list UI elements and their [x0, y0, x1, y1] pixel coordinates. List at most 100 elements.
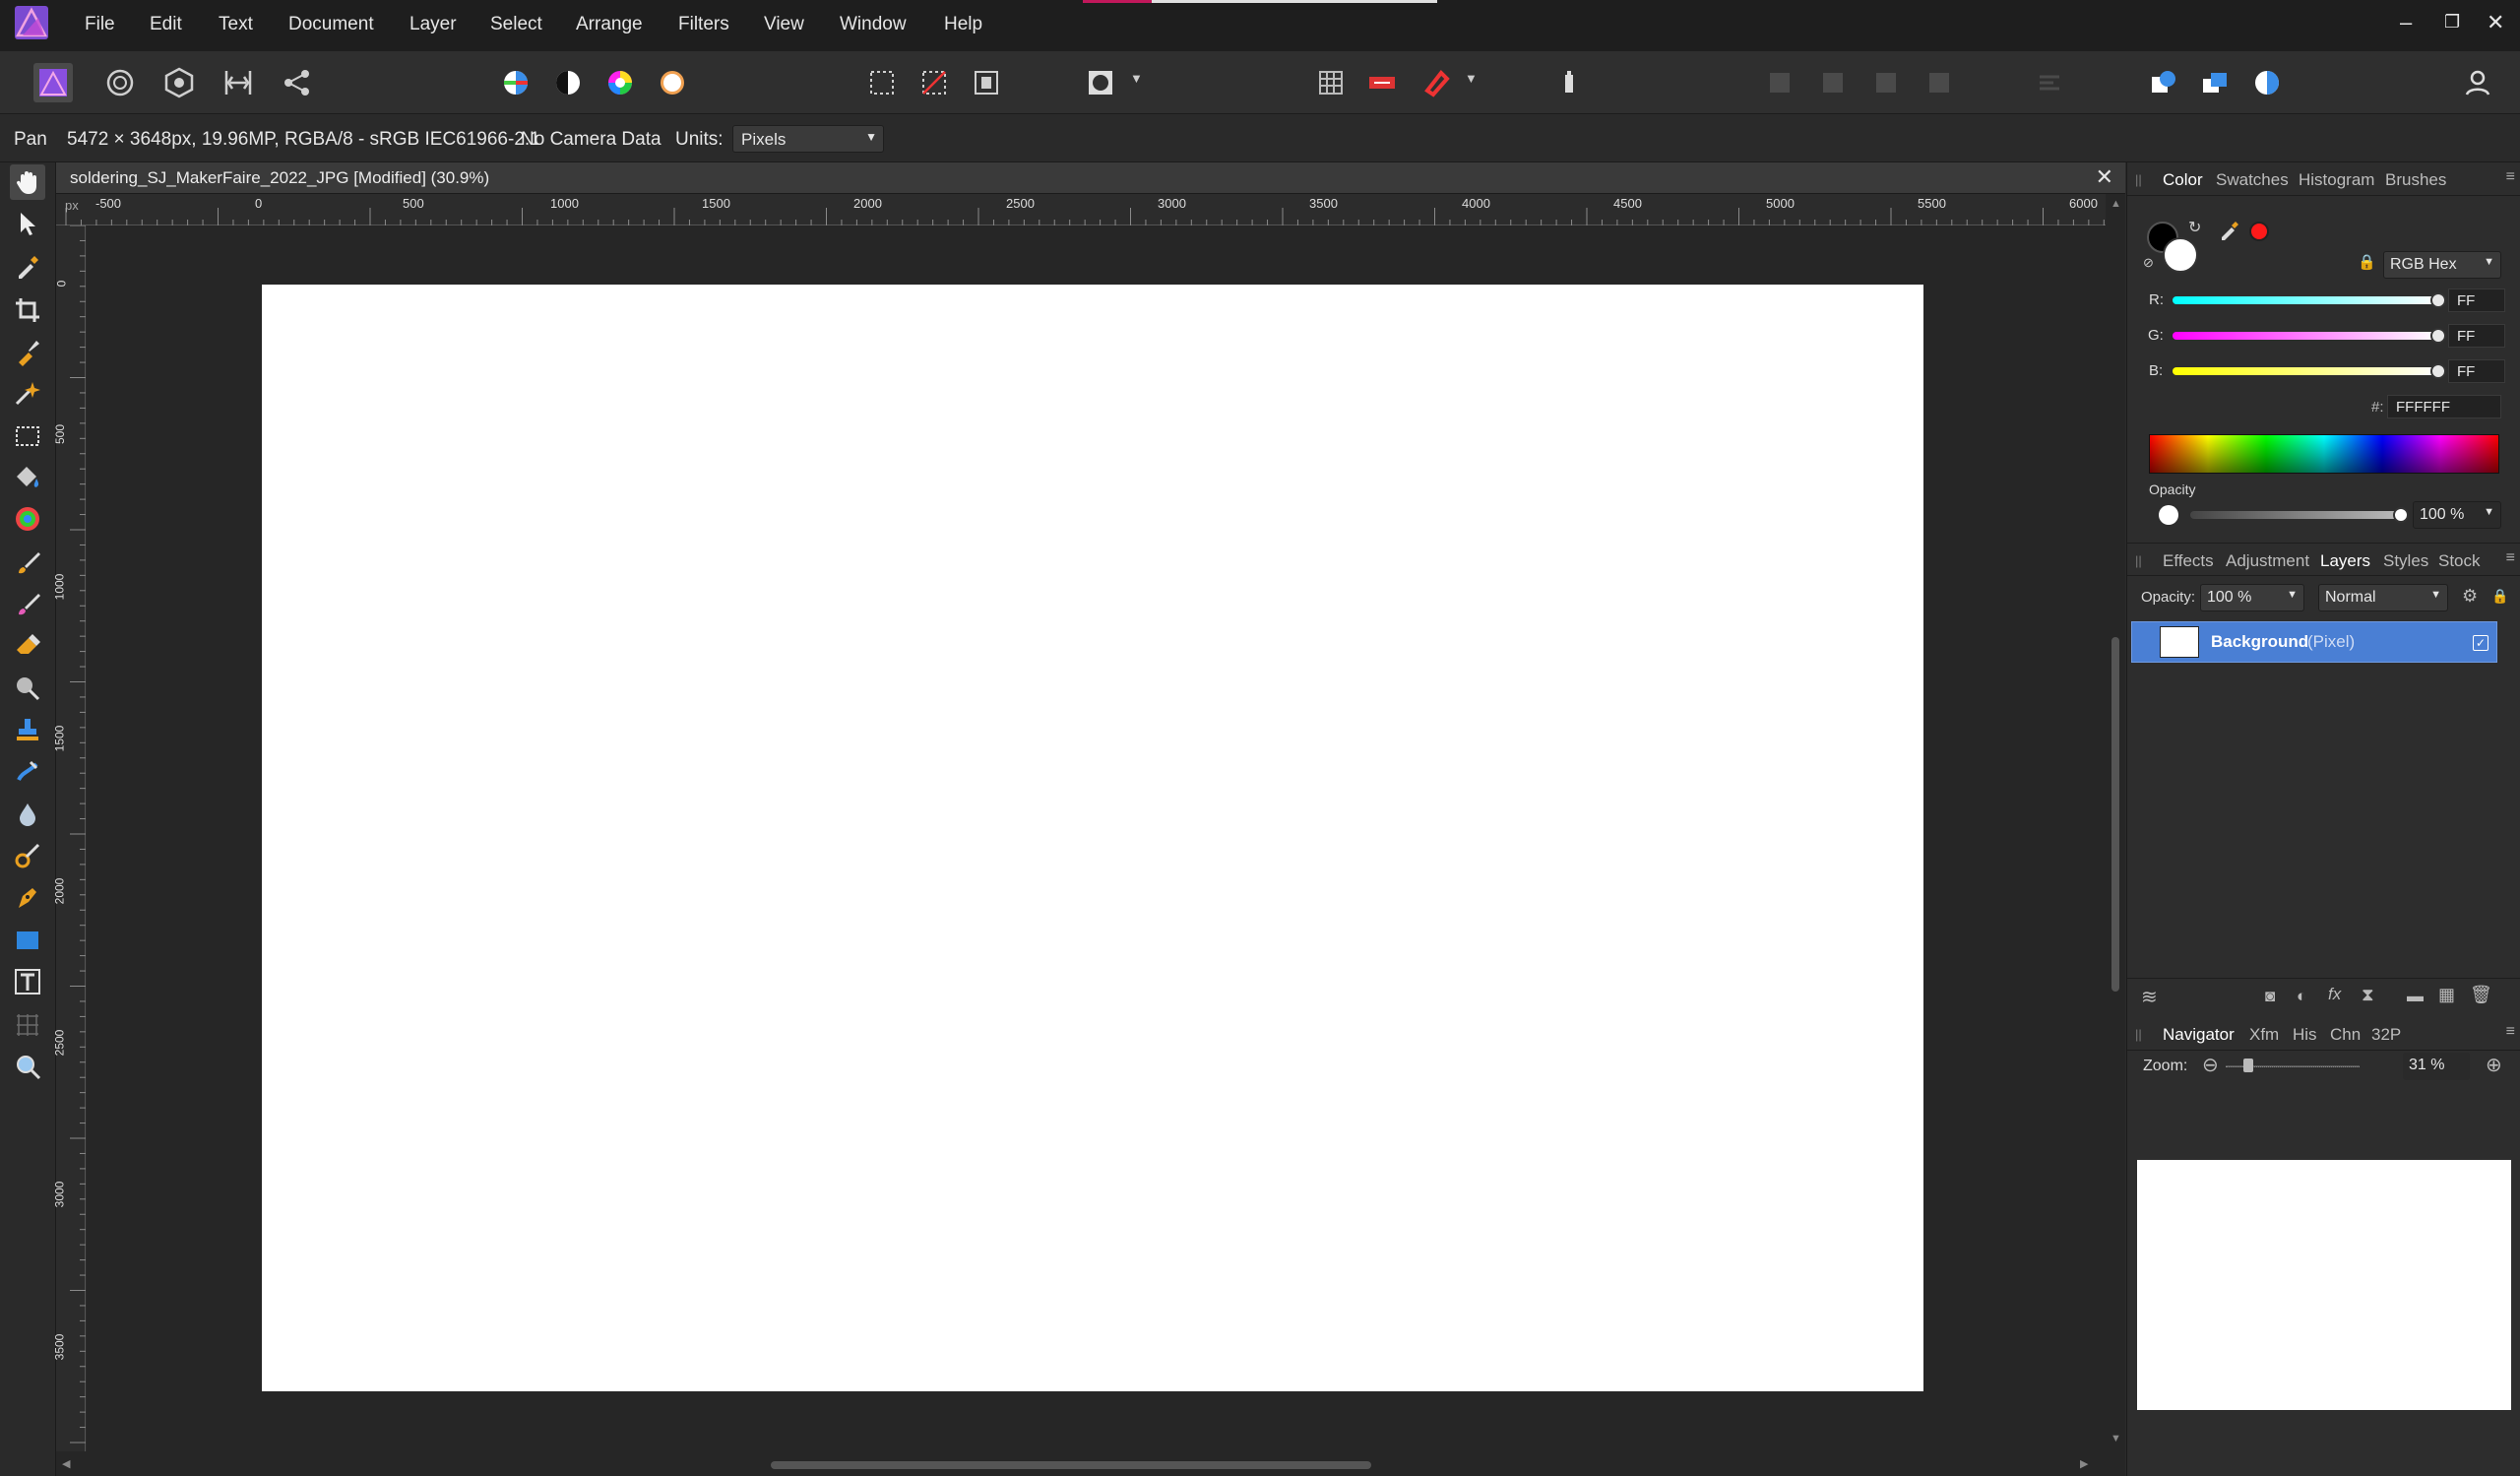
scroll-up-icon[interactable]: ▲ — [2110, 198, 2121, 210]
menu-file[interactable]: File — [85, 14, 115, 35]
mask-layer-icon[interactable] — [2247, 63, 2287, 102]
mesh-warp-tool-icon[interactable] — [10, 1007, 45, 1043]
tab-stock[interactable]: Stock — [2438, 551, 2481, 571]
panel-grip-icon[interactable]: || — [2135, 553, 2142, 568]
tab-transform[interactable]: Xfm — [2249, 1025, 2279, 1045]
tab-32p[interactable]: 32P — [2371, 1025, 2401, 1045]
tab-effects[interactable]: Effects — [2163, 551, 2214, 571]
trash-icon[interactable]: 🗑 — [2470, 985, 2492, 1005]
inpainting-brush-tool-icon[interactable] — [10, 838, 45, 873]
auto-white-balance-icon[interactable] — [653, 63, 692, 102]
photo-persona-icon[interactable] — [33, 63, 73, 102]
deselect-icon[interactable] — [914, 63, 954, 102]
panel-menu-icon[interactable]: ≡ — [2506, 1023, 2515, 1041]
paint-brush-tool-icon[interactable] — [10, 545, 45, 580]
restore-button[interactable]: ❐ — [2444, 12, 2460, 32]
arrange-front-icon[interactable] — [1920, 63, 1959, 102]
tab-history[interactable]: His — [2293, 1025, 2317, 1045]
blend-mode-dropdown[interactable]: Normal ▼ — [2318, 584, 2448, 611]
tab-adjustment[interactable]: Adjustment — [2226, 551, 2309, 571]
menu-view[interactable]: View — [764, 14, 804, 35]
layer-opacity-dropdown[interactable]: 100 % ▼ — [2200, 584, 2304, 611]
adjustment-icon[interactable]: ◐ — [2297, 987, 2306, 1006]
snapping-grid-icon[interactable] — [1311, 63, 1351, 102]
no-color-icon[interactable]: ⊘ — [2143, 255, 2154, 271]
zoom-tool-icon[interactable] — [10, 1049, 45, 1084]
lock-children-icon[interactable] — [1549, 63, 1589, 102]
layer-visibility-checkbox[interactable]: ✓ — [2473, 635, 2488, 651]
auto-contrast-icon[interactable] — [548, 63, 588, 102]
red-value-field[interactable]: FF — [2448, 289, 2505, 312]
blur-brush-tool-icon[interactable] — [10, 797, 45, 832]
horizontal-scroll-thumb[interactable] — [771, 1461, 1371, 1469]
scroll-down-icon[interactable]: ▼ — [2110, 1433, 2121, 1444]
panel-grip-icon[interactable]: || — [2135, 1027, 2142, 1042]
clone-brush-tool-icon[interactable] — [10, 712, 45, 747]
opacity-dropdown[interactable]: 100 % ▼ — [2413, 501, 2501, 529]
smudge-brush-tool-icon[interactable] — [10, 753, 45, 789]
tab-channels[interactable]: Chn — [2330, 1025, 2361, 1045]
color-spectrum[interactable] — [2149, 434, 2499, 474]
close-window-button[interactable]: ✕ — [2487, 10, 2504, 35]
tab-styles[interactable]: Styles — [2383, 551, 2428, 571]
picked-color-swatch[interactable] — [2249, 222, 2269, 241]
tab-swatches[interactable]: Swatches — [2216, 170, 2289, 190]
document-tab[interactable]: soldering_SJ_MakerFaire_2022_JPG [Modifi… — [56, 162, 2125, 194]
red-slider[interactable] — [2173, 296, 2438, 304]
zoom-slider-knob[interactable] — [2243, 1059, 2253, 1072]
tab-navigator[interactable]: Navigator — [2163, 1025, 2235, 1045]
mask-icon[interactable]: ◙ — [2265, 987, 2275, 1006]
menu-text[interactable]: Text — [219, 14, 253, 35]
menu-window[interactable]: Window — [840, 14, 907, 35]
gear-icon[interactable]: ⚙ — [2462, 586, 2478, 607]
canvas-area[interactable] — [87, 225, 2106, 1451]
liquify-persona-icon[interactable] — [100, 63, 140, 102]
gradient-tool-icon[interactable] — [10, 501, 45, 537]
vertical-scrollbar[interactable]: ▲ ▼ — [2106, 194, 2125, 1451]
pen-tool-icon[interactable] — [10, 879, 45, 915]
add-pixel-layer-icon[interactable]: ▦ — [2438, 985, 2455, 1005]
red-slider-knob[interactable] — [2430, 292, 2446, 308]
panel-grip-icon[interactable]: || — [2135, 172, 2142, 187]
quick-mask-dropdown-icon[interactable]: ▼ — [1130, 71, 1143, 86]
menu-help[interactable]: Help — [944, 14, 982, 35]
zoom-value-field[interactable]: 31 % — [2403, 1053, 2470, 1080]
tab-brushes[interactable]: Brushes — [2385, 170, 2446, 190]
menu-layer[interactable]: Layer — [410, 14, 457, 35]
lock-layer-icon[interactable]: 🔒 — [2491, 588, 2508, 605]
align-icon[interactable] — [2030, 63, 2069, 102]
swap-colors-icon[interactable]: ↻ — [2188, 218, 2201, 237]
menu-edit[interactable]: Edit — [150, 14, 182, 35]
color-picker-tool-icon[interactable] — [10, 249, 45, 285]
tone-mapping-persona-icon[interactable] — [219, 63, 258, 102]
quick-mask-icon[interactable] — [1081, 63, 1120, 102]
green-slider-knob[interactable] — [2430, 328, 2446, 344]
arrange-back-icon[interactable] — [1760, 63, 1799, 102]
opacity-slider-knob[interactable] — [2393, 507, 2409, 523]
live-filter-icon[interactable]: ⧗ — [2362, 985, 2374, 1005]
minimize-button[interactable]: – — [2400, 10, 2412, 35]
opacity-slider[interactable] — [2190, 511, 2401, 519]
document-canvas[interactable] — [262, 285, 1923, 1391]
green-slider[interactable] — [2173, 332, 2438, 340]
dodge-brush-tool-icon[interactable] — [10, 671, 45, 706]
lock-icon[interactable]: 🔒 — [2358, 253, 2376, 271]
menu-select[interactable]: Select — [490, 14, 542, 35]
assistant-icon[interactable] — [1362, 63, 1402, 102]
selection-brush-tool-icon[interactable] — [10, 334, 45, 369]
tab-layers[interactable]: Layers — [2320, 551, 2370, 571]
add-layer-icon[interactable] — [2144, 63, 2183, 102]
green-value-field[interactable]: FF — [2448, 324, 2505, 348]
move-tool-icon[interactable] — [10, 206, 45, 241]
hex-value-field[interactable]: FFFFFF — [2387, 395, 2501, 418]
navigator-preview[interactable] — [2137, 1160, 2511, 1410]
secondary-color-well[interactable] — [2163, 237, 2198, 273]
horizontal-scrollbar[interactable]: ◀ ▶ — [56, 1451, 2125, 1476]
blue-slider-knob[interactable] — [2430, 363, 2446, 379]
menu-filters[interactable]: Filters — [678, 14, 729, 35]
fx-icon[interactable]: fx — [2328, 985, 2341, 1004]
vertical-scroll-thumb[interactable] — [2111, 637, 2119, 992]
develop-persona-icon[interactable] — [159, 63, 199, 102]
color-model-dropdown[interactable]: RGB Hex ▼ — [2383, 251, 2501, 279]
auto-colors-icon[interactable] — [600, 63, 640, 102]
